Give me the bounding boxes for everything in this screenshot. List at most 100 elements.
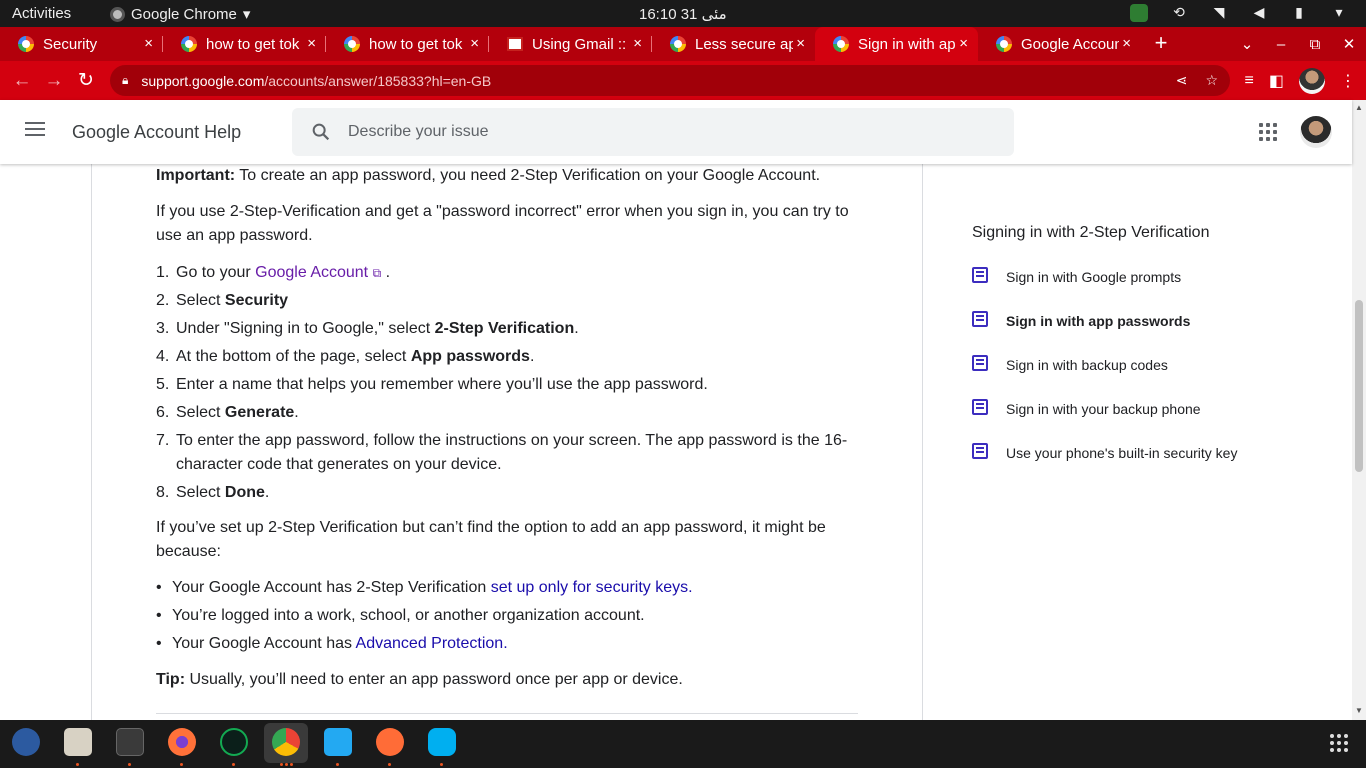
sidebar-item-google-prompts[interactable]: Sign in with Google prompts — [972, 267, 1332, 313]
scroll-up-icon[interactable]: ▲ — [1355, 103, 1363, 112]
list-item: • Your Google Account has Advanced Protec… — [156, 632, 856, 656]
scrollbar-thumb[interactable] — [1355, 300, 1363, 472]
show-applications-icon[interactable] — [1330, 734, 1348, 752]
terminal-icon[interactable] — [116, 728, 144, 756]
tab-label: Sign in with ap — [858, 35, 956, 53]
more-menu-icon[interactable]: ⋮ — [1340, 71, 1356, 91]
eclipse-icon[interactable] — [12, 728, 40, 756]
tab-search-icon[interactable]: ⌄ — [1230, 35, 1264, 53]
important-label: Important: — [156, 167, 236, 184]
url-text[interactable]: support.google.com/accounts/answer/18583… — [141, 73, 491, 89]
search-box[interactable] — [292, 108, 1014, 156]
address-bar[interactable]: 🔒︎ support.google.com/accounts/answer/18… — [110, 65, 1230, 96]
advanced-protection-link[interactable]: Advanced Protection — [356, 635, 504, 652]
close-tab-icon[interactable]: × — [144, 35, 153, 52]
account-avatar[interactable] — [1300, 116, 1332, 148]
sidebar-item-backup-codes[interactable]: Sign in with backup codes — [972, 355, 1332, 401]
update-shield-icon[interactable] — [1130, 4, 1148, 22]
google-apps-icon[interactable] — [1259, 123, 1277, 141]
document-icon — [972, 267, 988, 283]
clock[interactable]: 16:10 31 مئی — [639, 5, 727, 23]
tab-less-secure-apps[interactable]: Less secure ap × — [652, 27, 815, 61]
app-menu[interactable]: Google Chrome ▾ — [110, 5, 250, 23]
running-indicator — [280, 763, 283, 766]
files-icon[interactable] — [64, 728, 92, 756]
divider — [156, 713, 858, 714]
step-text: To enter the app password, follow the in… — [176, 432, 848, 473]
tab-security[interactable]: Security × — [0, 27, 163, 61]
chrome-icon[interactable] — [272, 728, 300, 756]
tab-label: Using Gmail :: — [532, 35, 627, 53]
search-input[interactable] — [348, 118, 988, 146]
step-emphasis: 2-Step Verification — [434, 320, 575, 337]
security-keys-link[interactable]: set up only for security keys — [491, 579, 688, 596]
forward-arrow-icon[interactable]: → — [38, 70, 70, 92]
step-emphasis: Security — [224, 292, 289, 309]
url-path: /accounts/answer/185833?hl=en-GB — [264, 72, 492, 89]
firefox-icon[interactable] — [168, 728, 196, 756]
step-number: 6. — [156, 404, 170, 421]
help-center-header: Google Account Help — [0, 100, 1352, 164]
running-indicator — [76, 763, 79, 766]
tab-how-to-get-token-1[interactable]: how to get tok × — [163, 27, 326, 61]
hamburger-menu-icon[interactable] — [25, 122, 45, 138]
chrome-small-icon — [110, 6, 125, 22]
close-tab-icon[interactable]: × — [959, 35, 968, 52]
reading-list-icon[interactable]: ≡ — [1245, 72, 1254, 90]
mongodb-compass-icon[interactable] — [220, 728, 248, 756]
side-panel-icon[interactable]: ◧ — [1269, 71, 1284, 91]
step-text-post: . — [294, 404, 299, 421]
tab-google-account[interactable]: Google Accoun × — [978, 27, 1141, 61]
tip-text: Usually, you’ll need to enter an app pas… — [185, 671, 683, 688]
lock-icon[interactable]: 🔒︎ — [122, 73, 128, 88]
sidebar-item-app-passwords[interactable]: Sign in with app passwords — [972, 311, 1332, 357]
reload-icon[interactable]: ↻ — [70, 69, 102, 92]
vertical-scrollbar[interactable]: ▲ ▼ — [1352, 100, 1366, 720]
back-arrow-icon[interactable]: ← — [6, 70, 38, 92]
step-emphasis: Generate — [224, 404, 295, 421]
tab-using-gmail[interactable]: Using Gmail :: × — [489, 27, 652, 61]
volume-icon[interactable]: ◀ — [1250, 4, 1268, 22]
system-tray[interactable]: ⟲ ◥ ◀ ▮ ▾ — [1130, 4, 1348, 22]
close-tab-icon[interactable]: × — [796, 35, 805, 52]
list-item: 4. At the bottom of the page, select App … — [156, 345, 856, 369]
profile-avatar[interactable] — [1299, 67, 1325, 94]
tab-sign-in-with-app-passwords[interactable]: Sign in with ap × — [815, 27, 978, 61]
step-text: Select — [176, 404, 225, 421]
bookmark-star-icon[interactable]: ☆ — [1205, 72, 1218, 89]
close-tab-icon[interactable]: × — [470, 35, 479, 52]
list-item: 1. Go to your Google Account ⧉ . — [156, 261, 856, 285]
close-tab-icon[interactable]: × — [1122, 35, 1131, 52]
scroll-down-icon[interactable]: ▼ — [1355, 706, 1363, 715]
skype-icon[interactable] — [428, 728, 456, 756]
search-icon[interactable] — [310, 121, 332, 143]
wifi-icon[interactable]: ◥ — [1210, 4, 1228, 22]
list-item: • You’re logged into a work, school, or a… — [156, 604, 856, 628]
step-text: Select — [176, 292, 225, 309]
close-tab-icon[interactable]: × — [307, 35, 316, 52]
important-text: To create an app password, you need 2-St… — [235, 167, 821, 184]
tab-how-to-get-token-2[interactable]: how to get tok × — [326, 27, 489, 61]
google-account-link[interactable]: Google Account ⧉ — [255, 264, 381, 281]
activities-button[interactable]: Activities — [12, 5, 71, 22]
new-tab-button[interactable]: + — [1141, 27, 1181, 61]
google-icon — [996, 36, 1012, 52]
google-icon — [18, 36, 34, 52]
page-title[interactable]: Google Account Help — [72, 122, 241, 143]
sidebar-item-backup-phone[interactable]: Sign in with your backup phone — [972, 399, 1332, 445]
restore-icon[interactable]: ⧉ — [1298, 36, 1332, 53]
app-menu-label: Google Chrome — [131, 5, 237, 23]
battery-icon[interactable]: ▮ — [1290, 4, 1308, 22]
share-icon[interactable]: ⋖ — [1176, 72, 1188, 89]
power-menu-caret-icon[interactable]: ▾ — [1330, 4, 1348, 22]
bullet: • — [156, 607, 162, 624]
close-tab-icon[interactable]: × — [633, 35, 642, 52]
sidebar-item-security-key[interactable]: Use your phone's built-in security key — [972, 443, 1332, 489]
tab-label: Google Accoun — [1021, 35, 1119, 53]
postman-icon[interactable] — [376, 728, 404, 756]
window-controls: ⌄ – ⧉ ✕ — [1230, 27, 1366, 61]
vscode-icon[interactable] — [324, 728, 352, 756]
close-window-icon[interactable]: ✕ — [1332, 35, 1366, 53]
minimize-icon[interactable]: – — [1264, 36, 1298, 53]
screen-share-icon[interactable]: ⟲ — [1170, 4, 1188, 22]
